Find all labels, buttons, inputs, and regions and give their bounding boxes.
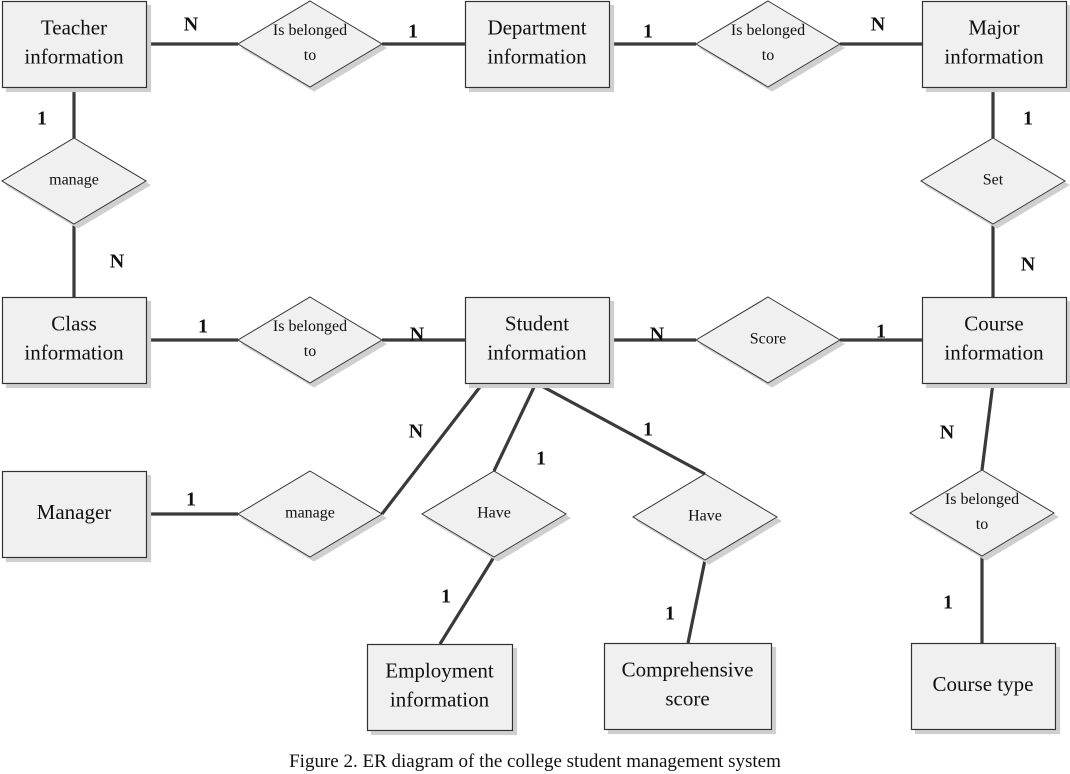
- relationship-label: to: [304, 47, 316, 64]
- entity-label: Manager: [37, 500, 112, 524]
- relationship-label: Is belonged: [273, 318, 347, 335]
- relationship-r_class_student[interactable]: Is belonged to: [237, 296, 383, 384]
- entity-employment[interactable]: Employment information: [366, 643, 514, 732]
- entity-label: Course type: [933, 672, 1034, 696]
- figure-caption: Figure 2. ER diagram of the college stud…: [289, 751, 781, 772]
- cardinality-label: N: [110, 251, 125, 273]
- cardinality-label: N: [650, 324, 665, 346]
- entity-department[interactable]: Department information: [464, 0, 611, 89]
- entity-label: Student: [505, 311, 569, 335]
- cardinality-label: N: [184, 14, 199, 36]
- cardinality-label: 1: [198, 316, 208, 338]
- entity-course[interactable]: Course information: [921, 296, 1068, 385]
- entity-label: Course: [964, 311, 1024, 335]
- cardinality-label: 1: [643, 21, 653, 43]
- entity-student[interactable]: Student information: [464, 296, 611, 385]
- relationship-label: Is belonged: [731, 22, 805, 39]
- entity-label: information: [944, 44, 1044, 68]
- cardinality-label: N: [410, 324, 425, 346]
- connector-r_student_comprehensive-comprehensive: [686, 559, 707, 644]
- entity-manager[interactable]: Manager: [1, 470, 148, 559]
- entity-label: score: [665, 686, 709, 710]
- relationship-r_teacher_class[interactable]: manage: [1, 137, 147, 225]
- relationship-label: Is belonged: [945, 491, 1019, 508]
- shape-layer: TeacherinformationDepartmentinformationM…: [1, 0, 1068, 732]
- entity-label: information: [487, 340, 587, 364]
- entity-label: Class: [51, 311, 97, 335]
- relationship-label: manage: [285, 505, 335, 522]
- entity-teacher[interactable]: Teacher information: [1, 0, 148, 89]
- entity-label: Employment: [385, 658, 494, 682]
- connector-course-r_course_type: [980, 382, 995, 471]
- cardinality-label: N: [409, 421, 424, 443]
- cardinality-label: N: [871, 14, 886, 36]
- cardinality-label: 1: [943, 592, 953, 614]
- cardinality-label: 1: [876, 321, 886, 343]
- relationship-r_major_course[interactable]: Set: [920, 137, 1066, 225]
- cardinality-label: 1: [665, 603, 675, 625]
- relationship-diamond: [237, 296, 383, 384]
- cardinality-label: 1: [186, 489, 196, 511]
- relationship-r_student_course[interactable]: Score: [695, 296, 841, 384]
- relationship-label: Score: [750, 331, 786, 348]
- entity-label: information: [390, 687, 490, 711]
- cardinality-label: 1: [1023, 108, 1033, 130]
- entity-comprehensive[interactable]: Comprehensive score: [603, 642, 773, 731]
- cardinality-label: 1: [408, 21, 418, 43]
- connector-student-r_student_comprehensive: [535, 381, 706, 476]
- relationship-label: to: [304, 343, 316, 360]
- relationship-label: Set: [983, 172, 1004, 189]
- connector-student-r_student_employment: [492, 382, 538, 472]
- relationship-label: Is belonged: [273, 22, 347, 39]
- relationship-label: Have: [477, 505, 511, 522]
- entity-label: Department: [487, 15, 586, 39]
- relationship-r_student_employment[interactable]: Have: [421, 470, 567, 558]
- cardinality-label: N: [940, 422, 955, 444]
- cardinality-label: 1: [37, 108, 47, 130]
- relationship-r_teacher_dept[interactable]: Is belonged to: [237, 0, 383, 88]
- relationship-r_manager_student[interactable]: manage: [237, 470, 383, 558]
- relationship-label: manage: [49, 172, 99, 189]
- relationship-r_student_comprehensive[interactable]: Have: [632, 473, 778, 561]
- relationship-label: Have: [688, 508, 722, 525]
- cardinality-label: N: [1021, 254, 1036, 276]
- relationship-label: to: [976, 516, 988, 533]
- er-diagram: TeacherinformationDepartmentinformationM…: [1, 0, 1068, 772]
- entity-coursetype[interactable]: Course type: [910, 642, 1057, 731]
- cardinality-label: 1: [536, 448, 546, 470]
- cardinality-label: 1: [643, 419, 653, 441]
- entity-class[interactable]: Class information: [1, 296, 148, 385]
- relationship-label: to: [762, 47, 774, 64]
- relationship-diamond: [237, 0, 383, 88]
- entity-label: information: [944, 340, 1044, 364]
- entity-label: Major: [968, 15, 1019, 39]
- entity-label: information: [24, 44, 124, 68]
- relationship-r_course_type[interactable]: Is belonged to: [909, 469, 1055, 557]
- entity-label: information: [487, 44, 587, 68]
- relationship-diamond: [909, 469, 1055, 557]
- entity-label: information: [24, 340, 124, 364]
- cardinality-label: 1: [441, 586, 451, 608]
- entity-label: Comprehensive: [622, 657, 754, 681]
- entity-major[interactable]: Major information: [921, 0, 1068, 89]
- relationship-diamond: [695, 0, 841, 88]
- relationship-r_dept_major[interactable]: Is belonged to: [695, 0, 841, 88]
- entity-label: Teacher: [41, 15, 107, 39]
